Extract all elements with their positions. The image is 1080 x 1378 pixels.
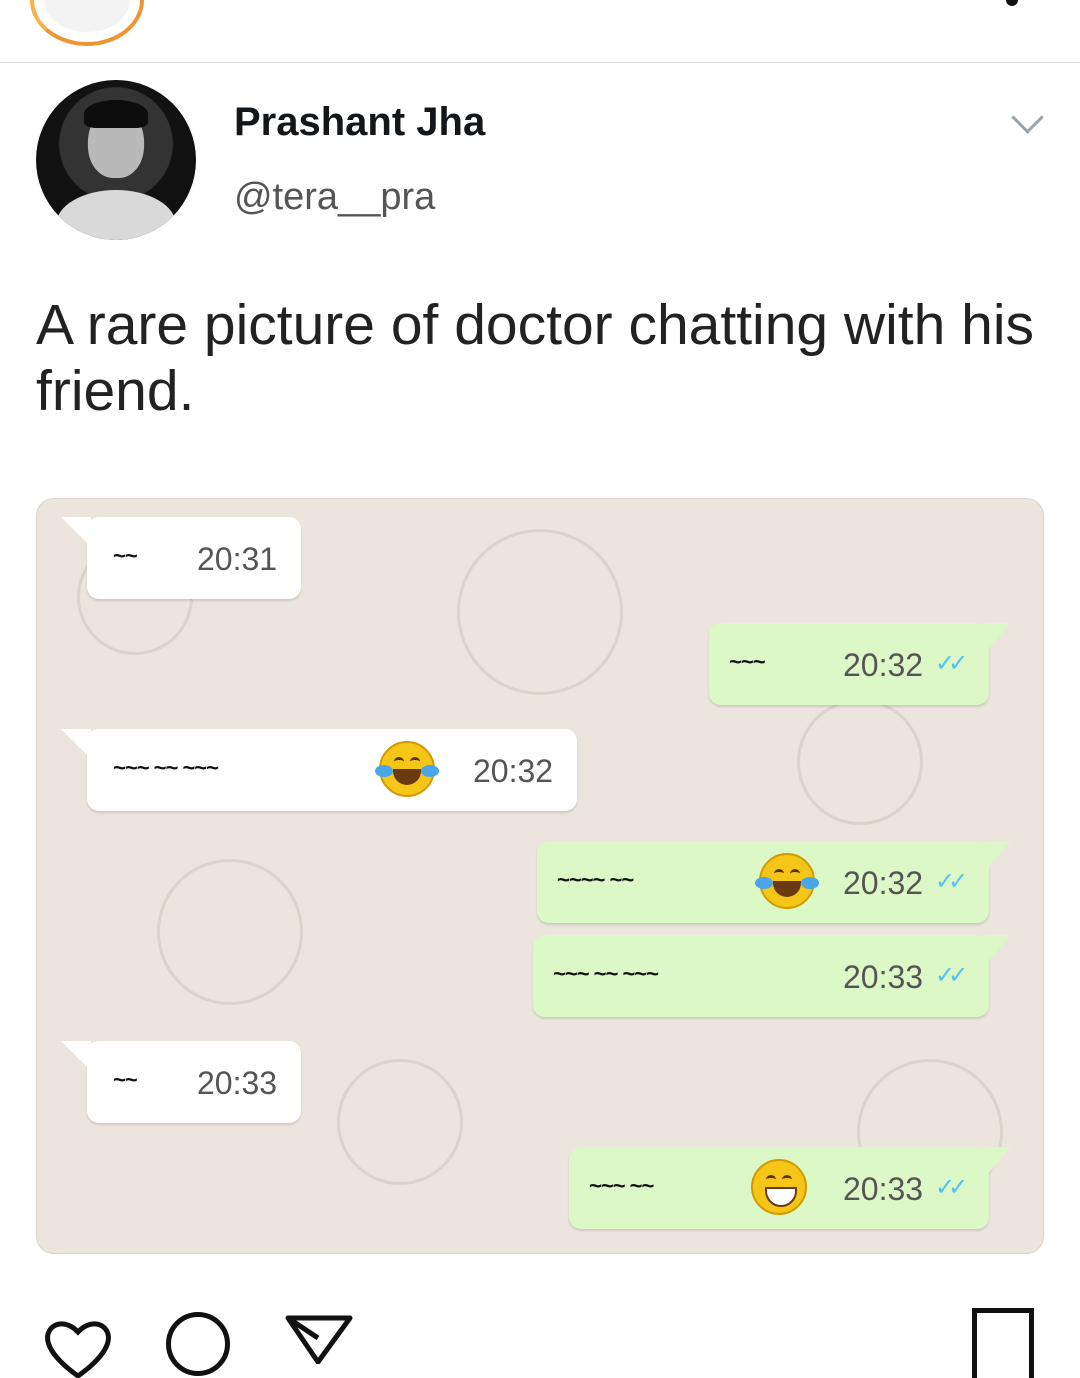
heart-icon[interactable] bbox=[42, 1318, 114, 1378]
bookmark-icon[interactable] bbox=[972, 1308, 1034, 1378]
wallpaper-doodle bbox=[797, 699, 923, 825]
emoji-eye bbox=[774, 869, 784, 878]
avatar-hair bbox=[84, 100, 148, 128]
outgoing-message[interactable]: ~~~~ ~~ 20:32 ✓✓ bbox=[537, 841, 1011, 923]
message-time: 20:33 bbox=[843, 1171, 924, 1207]
wallpaper-doodle bbox=[337, 1059, 463, 1185]
author-handle[interactable]: @tera__pra bbox=[234, 176, 435, 219]
incoming-message[interactable]: ~~~ ~~ ~~~ 20:32 bbox=[61, 729, 577, 811]
emoji-tear bbox=[755, 877, 773, 889]
emoji-mouth bbox=[773, 881, 801, 897]
message-text: ~~ bbox=[113, 543, 138, 568]
message-text: ~~ bbox=[113, 1067, 138, 1092]
chevron-down-icon[interactable] bbox=[1011, 101, 1044, 134]
face-with-tears-of-joy-icon bbox=[755, 853, 819, 909]
read-ticks-icon: ✓✓ bbox=[935, 868, 968, 895]
outgoing-message[interactable]: ~~~ ~~ 20:33 ✓✓ bbox=[569, 1147, 1011, 1229]
message-time: 20:33 bbox=[197, 1065, 278, 1101]
emoji-mouth bbox=[765, 1187, 797, 1207]
emoji-tear bbox=[375, 765, 393, 777]
message-text: ~~~~ ~~ bbox=[557, 867, 634, 892]
face-with-tears-of-joy-icon bbox=[375, 741, 439, 797]
story-avatar bbox=[44, 0, 130, 32]
author-name[interactable]: Prashant Jha bbox=[234, 100, 485, 145]
comment-icon[interactable] bbox=[166, 1312, 230, 1376]
more-options-icon[interactable] bbox=[1006, 0, 1018, 6]
incoming-message[interactable]: ~~ 20:33 bbox=[61, 1041, 301, 1123]
grinning-face-icon bbox=[751, 1159, 807, 1215]
story-avatar-ring[interactable] bbox=[30, 0, 144, 46]
chat-screenshot: ~~ 20:31 ~~~ 20:32 ✓✓ ~~~ ~~ ~~~ 20:32 ~… bbox=[36, 498, 1044, 1254]
message-time: 20:32 bbox=[843, 647, 924, 683]
message-time: 20:32 bbox=[843, 865, 924, 901]
outgoing-message[interactable]: ~~~ ~~ ~~~ 20:33 ✓✓ bbox=[533, 935, 1011, 1017]
tweet-text: A rare picture of doctor chatting with h… bbox=[36, 293, 1035, 423]
message-text: ~~~ bbox=[729, 649, 766, 674]
read-ticks-icon: ✓✓ bbox=[935, 1174, 968, 1201]
message-time: 20:33 bbox=[843, 959, 924, 995]
message-time: 20:31 bbox=[197, 541, 278, 577]
emoji-tear bbox=[421, 765, 439, 777]
share-icon[interactable] bbox=[284, 1314, 354, 1364]
emoji-tear bbox=[801, 877, 819, 889]
emoji-eye bbox=[766, 1175, 776, 1184]
outgoing-message[interactable]: ~~~ 20:32 ✓✓ bbox=[709, 623, 1011, 705]
instagram-post-header bbox=[0, 0, 1080, 63]
read-ticks-icon: ✓✓ bbox=[935, 962, 968, 989]
emoji-eye bbox=[790, 869, 800, 878]
message-time: 20:32 bbox=[473, 753, 554, 789]
wallpaper-doodle bbox=[457, 529, 623, 695]
emoji-eye bbox=[782, 1175, 792, 1184]
emoji-eye bbox=[394, 757, 404, 766]
emoji-eye bbox=[410, 757, 420, 766]
message-text: ~~~ ~~ ~~~ bbox=[553, 961, 659, 986]
avatar-shirt bbox=[56, 190, 176, 240]
wallpaper-doodle bbox=[157, 859, 303, 1005]
author-avatar[interactable] bbox=[36, 80, 196, 240]
emoji-mouth bbox=[393, 769, 421, 785]
incoming-message[interactable]: ~~ 20:31 bbox=[61, 517, 301, 599]
message-text: ~~~ ~~ bbox=[589, 1173, 654, 1198]
message-text: ~~~ ~~ ~~~ bbox=[113, 755, 219, 780]
read-ticks-icon: ✓✓ bbox=[935, 650, 968, 677]
